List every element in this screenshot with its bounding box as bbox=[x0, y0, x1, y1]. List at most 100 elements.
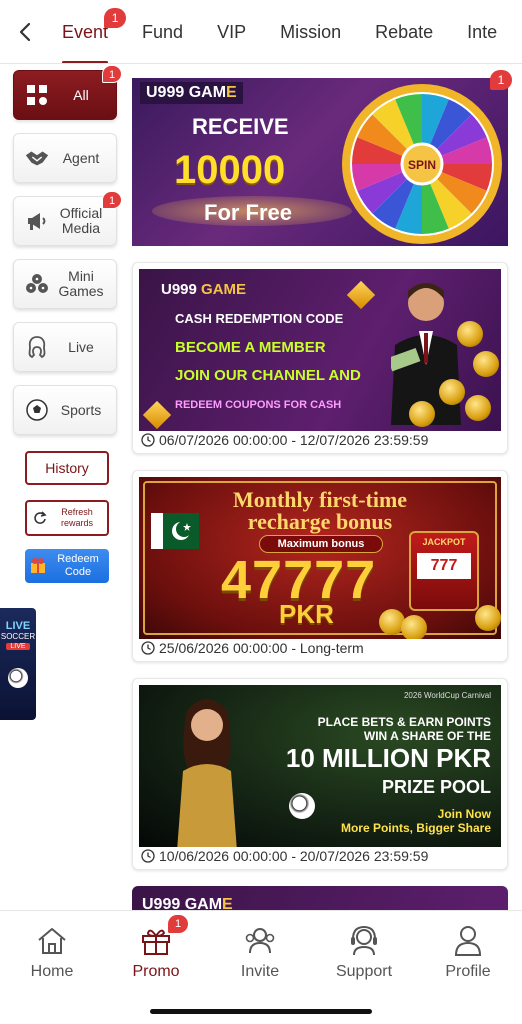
date-text: 25/06/2026 00:00:00 - Long-term bbox=[159, 640, 364, 656]
redemption-code-banner: U999 GAME CASH REDEMPTION CODE BECOME A … bbox=[139, 269, 501, 431]
hero-line-3: For Free bbox=[204, 200, 293, 225]
worldcup-carnival-banner: 2026 WorldCup Carnival PLACE BETS & EARN… bbox=[139, 685, 501, 847]
jackpot-label: JACKPOT bbox=[422, 537, 466, 547]
redeem-code-button[interactable]: Redeem Code bbox=[25, 549, 109, 583]
nav-profile[interactable]: Profile bbox=[418, 923, 518, 981]
notification-badge: 1 bbox=[102, 191, 122, 209]
refresh-icon bbox=[33, 511, 47, 525]
nav-invite[interactable]: Invite bbox=[210, 923, 310, 981]
lucky-wheel-banner[interactable]: U999 GAME RECEIVE 10000 For Free SPIN bbox=[132, 78, 508, 246]
back-arrow-icon[interactable] bbox=[12, 18, 40, 46]
gold-coin bbox=[401, 615, 427, 639]
person-icon bbox=[450, 923, 486, 959]
notification-badge: 1 bbox=[168, 915, 188, 933]
top-tab-bar: Event 1 Fund VIP Mission Rebate Inte bbox=[0, 0, 522, 64]
headset-icon bbox=[346, 923, 382, 959]
soccer-text: SOCCER bbox=[0, 632, 36, 641]
home-icon bbox=[34, 923, 70, 959]
join-now-text: Join Now More Points, Bigger Share bbox=[341, 807, 491, 835]
category-sports[interactable]: Sports bbox=[13, 385, 117, 435]
gold-coin bbox=[439, 379, 465, 405]
tab-label: Mission bbox=[280, 22, 342, 42]
bonus-currency: PKR bbox=[279, 599, 334, 629]
tab-label: Inte bbox=[467, 22, 498, 42]
notification-badge: 1 bbox=[490, 70, 512, 90]
gift-coupon-icon bbox=[29, 557, 47, 575]
soccer-ball-icon bbox=[24, 397, 50, 423]
live-text: LIVE bbox=[5, 620, 31, 632]
promo-date-range: 06/07/2026 00:00:00 - 12/07/2026 23:59:5… bbox=[141, 432, 428, 448]
tab-event[interactable]: Event 1 bbox=[62, 0, 127, 63]
bottom-navigation: Home 1 Promo Invite Support Profile bbox=[0, 910, 522, 1024]
slot-reels: 777 bbox=[417, 553, 471, 579]
tab-label: VIP bbox=[217, 22, 247, 42]
tab-interest[interactable]: Inte bbox=[467, 0, 498, 63]
clock-icon bbox=[141, 849, 155, 863]
history-button[interactable]: History bbox=[25, 451, 109, 485]
brand-text-accent: GAME bbox=[201, 281, 247, 298]
notification-badge: 1 bbox=[102, 65, 122, 83]
gift-icon: 1 bbox=[138, 915, 188, 959]
category-all[interactable]: All 1 bbox=[13, 65, 122, 120]
people-icon bbox=[242, 923, 278, 959]
nav-label: Invite bbox=[240, 963, 280, 980]
nav-support[interactable]: Support bbox=[314, 923, 414, 981]
clock-icon bbox=[141, 641, 155, 655]
redeem-label: Redeem Code bbox=[57, 553, 99, 578]
promo-card[interactable]: U999 GAME CASH REDEMPTION CODE BECOME A … bbox=[132, 262, 508, 454]
tab-rebate[interactable]: Rebate bbox=[375, 0, 434, 63]
category-official-media[interactable]: Official Media 1 bbox=[13, 191, 122, 246]
slot-machine-icon: JACKPOT 777 bbox=[409, 531, 479, 611]
banner-line: REDEEM COUPONS FOR CASH bbox=[175, 399, 342, 411]
banner-line-a: PLACE BETS & EARN POINTS bbox=[317, 715, 491, 729]
live-soccer-floating-widget[interactable]: LIVE SOCCER LIVE bbox=[0, 608, 36, 720]
soccer-ball-icon bbox=[8, 668, 28, 688]
dice-icon bbox=[24, 271, 50, 297]
category-sidebar: All 1 Agent Official Media 1 Mini Games … bbox=[13, 65, 122, 448]
prize-pool-label: PRIZE POOL bbox=[381, 777, 491, 797]
category-agent[interactable]: Agent bbox=[13, 133, 117, 183]
woman-face-icon bbox=[24, 334, 50, 360]
bonus-title: Monthly first-time recharge bonus bbox=[139, 489, 501, 533]
nav-promo[interactable]: 1 Promo bbox=[106, 915, 206, 981]
carnival-caption: 2026 WorldCup Carnival bbox=[403, 691, 491, 700]
tab-label: Event bbox=[62, 22, 109, 42]
nav-home[interactable]: Home bbox=[2, 923, 102, 981]
soccer-ball-icon bbox=[289, 793, 315, 819]
banner-line-b: WIN A SHARE OF THE bbox=[363, 729, 491, 743]
diamond-icon bbox=[346, 280, 376, 310]
live-tag: LIVE bbox=[6, 643, 30, 650]
megaphone-icon bbox=[24, 208, 50, 234]
handshake-icon bbox=[24, 145, 50, 171]
banner-line: BECOME A MEMBER bbox=[175, 339, 326, 356]
brand-text: U999 bbox=[161, 281, 202, 298]
category-live[interactable]: Live bbox=[13, 322, 117, 372]
promo-card[interactable]: Monthly first-time recharge bonus Maximum… bbox=[132, 470, 508, 662]
nav-label: Profile bbox=[445, 963, 491, 980]
tab-label: Rebate bbox=[375, 22, 434, 42]
category-mini-games[interactable]: Mini Games bbox=[13, 259, 117, 309]
gold-coin bbox=[475, 605, 501, 631]
tab-mission[interactable]: Mission bbox=[280, 0, 342, 63]
hero-amount: 10000 bbox=[174, 148, 286, 192]
tab-label: Fund bbox=[142, 22, 184, 42]
gold-coin bbox=[409, 401, 435, 427]
history-label: History bbox=[45, 460, 89, 476]
tab-fund[interactable]: Fund bbox=[142, 0, 184, 63]
brand-logo: U999 GAME bbox=[161, 281, 246, 298]
date-text: 10/06/2026 00:00:00 - 20/07/2026 23:59:5… bbox=[159, 848, 429, 864]
banner-line: JOIN OUR CHANNEL AND bbox=[175, 367, 361, 384]
grid-icon bbox=[24, 82, 50, 108]
hero-line-1: RECEIVE bbox=[192, 114, 289, 139]
refresh-rewards-button[interactable]: Refresh rewards bbox=[25, 500, 109, 536]
promo-card[interactable]: 2026 WorldCup Carnival PLACE BETS & EARN… bbox=[132, 678, 508, 870]
promo-feed: U999 GAME RECEIVE 10000 For Free SPIN U9… bbox=[132, 78, 508, 926]
category-label: Agent bbox=[62, 149, 100, 166]
category-label: Live bbox=[68, 338, 94, 355]
join-now-a: Join Now bbox=[437, 807, 491, 821]
refresh-label: Refresh rewards bbox=[60, 507, 93, 528]
bonus-title-line2: recharge bonus bbox=[247, 509, 393, 534]
tab-vip[interactable]: VIP bbox=[217, 0, 247, 63]
brand-text: U999 GAM bbox=[146, 84, 227, 101]
prize-amount: 10 MILLION PKR bbox=[285, 743, 491, 773]
